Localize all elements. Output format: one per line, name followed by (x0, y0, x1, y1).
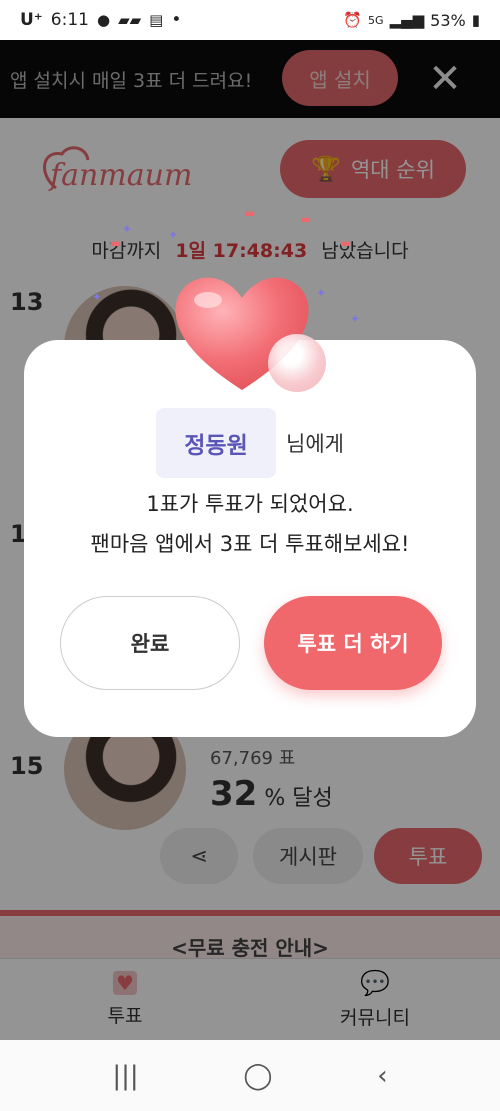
recent-apps-icon[interactable]: ||| (112, 1061, 138, 1091)
notification-dot: • (171, 10, 182, 30)
confetti-icon: ✦ (350, 312, 361, 326)
5g-icon: 5G (368, 13, 384, 27)
heart-decoration (172, 270, 332, 400)
chat-icon: ● (96, 11, 111, 29)
bubble-icon (268, 334, 326, 392)
status-bar: U⁺ 6:11 ● ▰▰ ▤ • ⏰ 5G ▂▄▆ 53% ▮ (0, 0, 500, 40)
battery-icon: ▮ (471, 11, 480, 29)
signal-icon: ▂▄▆ (389, 11, 425, 29)
confetti-icon: ▬ (110, 236, 122, 250)
confetti-icon: ✦ (92, 290, 103, 304)
app-promo-message: 팬마음 앱에서 3표 더 투표해보세요! (90, 532, 410, 556)
battery-percent: 53% (430, 10, 466, 30)
home-icon[interactable]: ◯ (243, 1061, 272, 1091)
confetti-icon: ✦ (168, 228, 179, 242)
kakao-icon: ▰▰ (118, 11, 142, 29)
system-nav-bar: ||| ◯ ‹ (0, 1040, 500, 1111)
clock: 6:11 (50, 10, 89, 30)
vote-confirm-message: 1표가 투표가 되었어요. (146, 492, 354, 516)
app-icon: ▤ (149, 11, 164, 29)
done-button[interactable]: 완료 (60, 596, 240, 690)
back-icon[interactable]: ‹ (377, 1061, 387, 1091)
alarm-icon: ⏰ (343, 11, 363, 29)
confetti-icon: ▬ (340, 236, 352, 250)
vote-more-button[interactable]: 투표 더 하기 (264, 596, 442, 690)
confetti-icon: ▬ (300, 212, 312, 226)
confetti-icon: ▬ (244, 206, 256, 220)
confetti-icon: ✦ (122, 222, 133, 236)
carrier-label: U⁺ (20, 10, 43, 30)
recipient-line: 정동원 님에게 (24, 408, 476, 478)
recipient-suffix: 님에게 (286, 432, 344, 456)
artist-name: 정동원 (156, 408, 277, 478)
